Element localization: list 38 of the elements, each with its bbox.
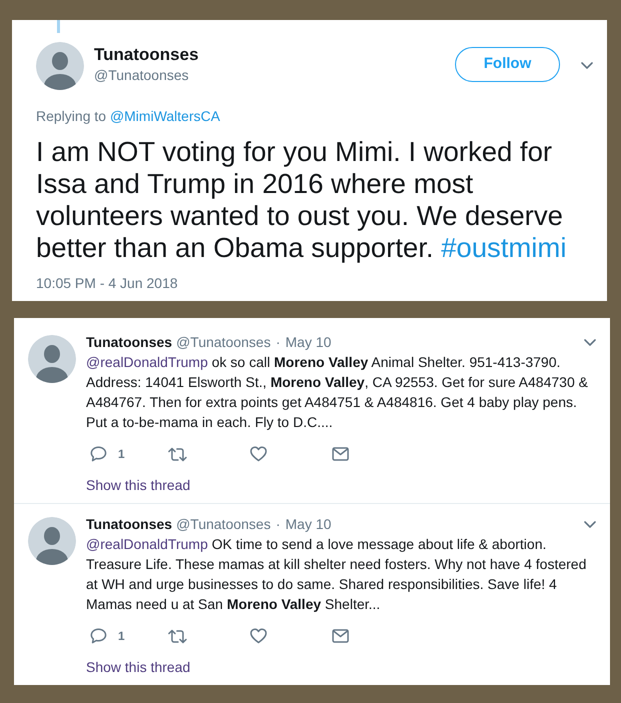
- chevron-down-icon[interactable]: [584, 338, 596, 346]
- handle-text: @Tunatoonses: [94, 66, 190, 84]
- tweet-text: @realDonaldTrump OK time to send a love message about life & abortion. Treasure Life. These mamas at kill shelter need fosters. Why not have 4 fostered at WH and urge businesses to do same. Shared responsibilities. Save life! 4 Mamas need u at San Moreno Valley Shelter...: [86, 535, 588, 614]
- speech-bubble-icon: [90, 628, 107, 644]
- heart-icon[interactable]: [250, 446, 267, 462]
- reply-button[interactable]: 1: [86, 627, 168, 645]
- tweet-text: I am NOT voting for you Mimi. I worked for Issa and Trump in 2016 where most volunteers wanted to oust you. We deserve better than an Obama supporter. #oustmimi: [36, 136, 568, 264]
- heart-icon[interactable]: [250, 628, 267, 644]
- avatar-silhouette-icon: [28, 335, 76, 383]
- envelope-icon[interactable]: [332, 629, 349, 643]
- repeat-arrows-icon[interactable]: [168, 628, 187, 644]
- tweet-date[interactable]: May 10: [285, 332, 332, 352]
- envelope-icon[interactable]: [332, 447, 349, 461]
- display-name: Tunatoonses: [86, 515, 172, 534]
- separator: ·: [276, 515, 280, 534]
- replying-to-text: Replying to @MimiWaltersCA: [36, 107, 222, 125]
- mention-link[interactable]: @realDonaldTrump: [86, 536, 208, 552]
- mention-link[interactable]: @realDonaldTrump: [86, 354, 208, 370]
- follow-button[interactable]: Follow: [455, 47, 560, 82]
- handle-text: @Tunatoonses: [176, 333, 271, 352]
- separator: ·: [276, 333, 280, 352]
- hashtag-link[interactable]: #oustmimi: [441, 232, 566, 263]
- mention-link[interactable]: @MimiWaltersCA: [110, 108, 220, 124]
- speech-bubble-icon: [90, 446, 107, 462]
- tweet-date[interactable]: May 10: [285, 514, 332, 534]
- display-name: Tunatoonses: [94, 44, 199, 66]
- reply-button[interactable]: 1: [86, 445, 168, 463]
- timestamp[interactable]: 10:05 PM - 4 Jun 2018: [36, 274, 600, 292]
- handle-text: @Tunatoonses: [176, 515, 271, 534]
- tweet-text: @realDonaldTrump ok so call Moreno Valley Animal Shelter. 951-413-3790. Address: 14041 Elsworth St., Moreno Valley, CA 92553. Get for sure A484730 & A484767. Then for extra points get A484751 & A484816. Get 4 baby play pens. Put a to-be-mama in each. Fly to D.C....: [86, 353, 589, 432]
- show-thread-link[interactable]: Show this thread: [86, 657, 190, 677]
- chevron-down-icon[interactable]: [584, 520, 596, 528]
- display-name: Tunatoonses: [86, 333, 172, 352]
- repeat-arrows-icon[interactable]: [168, 446, 187, 462]
- show-thread-link[interactable]: Show this thread: [86, 475, 190, 495]
- avatar-silhouette-icon: [28, 517, 76, 565]
- avatar-silhouette-icon: [36, 42, 84, 90]
- chevron-down-icon[interactable]: [581, 62, 593, 69]
